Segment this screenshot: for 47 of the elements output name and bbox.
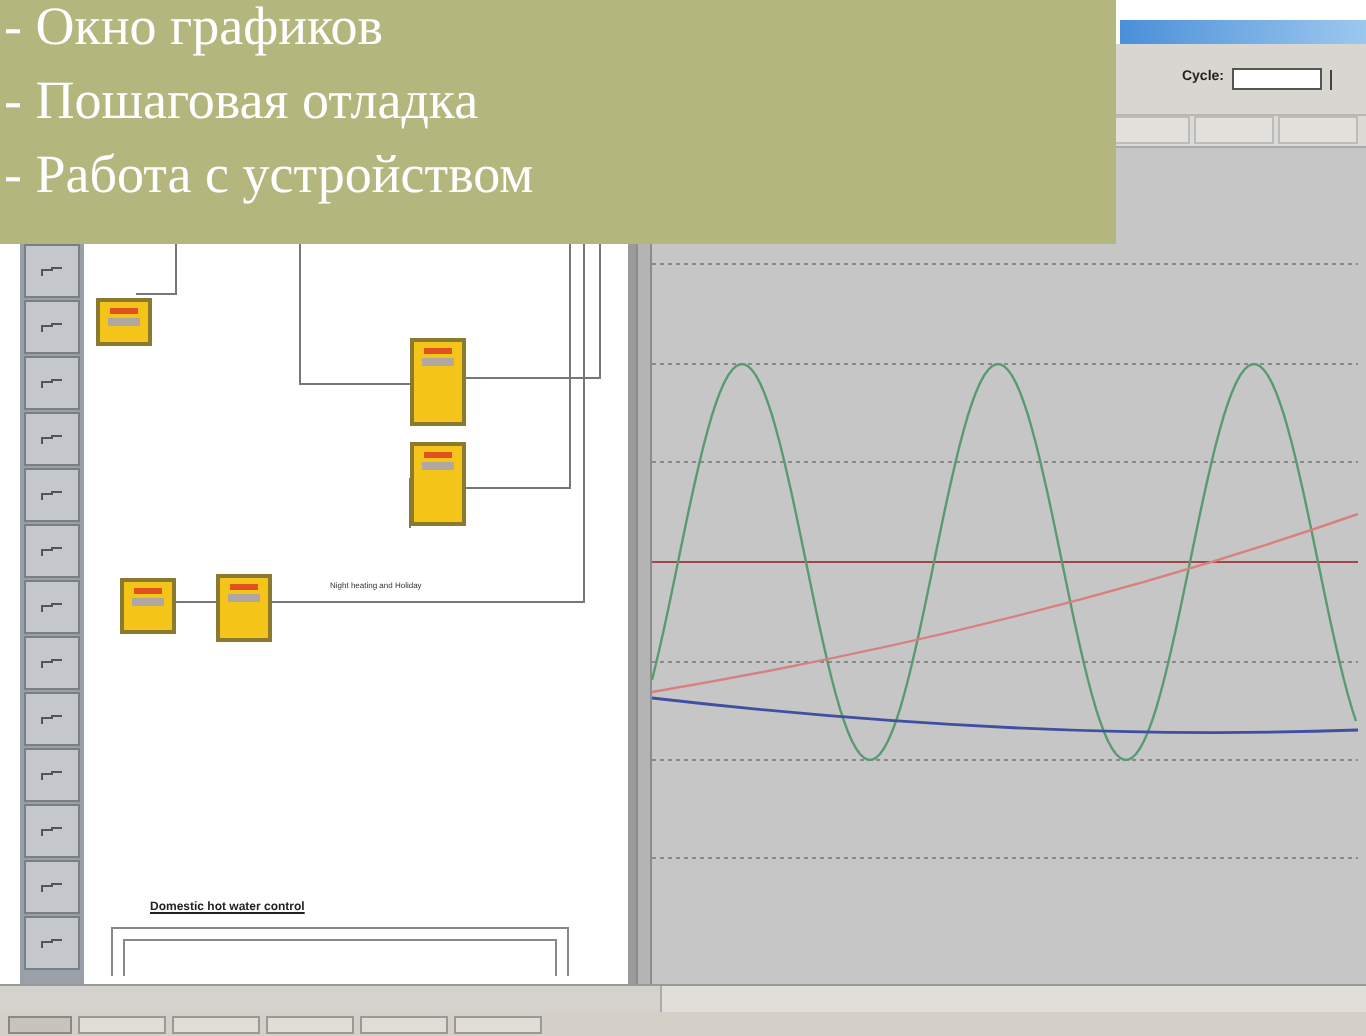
tool-button[interactable]	[24, 468, 80, 522]
step-icon	[40, 265, 64, 277]
step-icon	[40, 321, 64, 333]
wire	[175, 601, 217, 603]
function-block[interactable]	[96, 298, 152, 346]
taskbar-button[interactable]	[172, 1015, 260, 1033]
tool-button[interactable]	[24, 748, 80, 802]
step-icon	[40, 769, 64, 781]
tool-button[interactable]	[24, 524, 80, 578]
step-icon	[40, 881, 64, 893]
tool-button[interactable]	[24, 804, 80, 858]
toolbar-tab[interactable]	[1278, 116, 1358, 144]
start-button[interactable]	[8, 1015, 72, 1033]
splitter[interactable]	[636, 244, 652, 984]
taskbar-button[interactable]	[360, 1015, 448, 1033]
taskbar-button[interactable]	[454, 1015, 542, 1033]
step-icon	[40, 937, 64, 949]
step-icon	[40, 377, 64, 389]
function-block[interactable]	[120, 578, 176, 634]
step-icon	[40, 545, 64, 557]
toolbar-tab[interactable]	[1194, 116, 1274, 144]
caption-line: - Работа с устройством	[4, 142, 534, 208]
cycle-field[interactable]	[1232, 68, 1322, 90]
tool-button[interactable]	[24, 300, 80, 354]
step-icon	[40, 489, 64, 501]
step-icon	[40, 433, 64, 445]
tool-button[interactable]	[24, 860, 80, 914]
tool-button[interactable]	[24, 412, 80, 466]
tool-button[interactable]	[24, 692, 80, 746]
caption-line: - Окно графиков	[4, 0, 384, 60]
caption-line: - Пошаговая отладка	[4, 68, 479, 134]
step-icon	[40, 657, 64, 669]
taskbar-button[interactable]	[78, 1015, 166, 1033]
tool-button[interactable]	[24, 244, 80, 298]
function-block[interactable]	[410, 442, 466, 526]
function-block[interactable]	[410, 338, 466, 426]
step-icon	[40, 825, 64, 837]
function-block[interactable]	[216, 574, 272, 642]
spin-icon[interactable]	[1330, 69, 1338, 89]
tool-button[interactable]	[24, 356, 80, 410]
step-icon	[40, 713, 64, 725]
tool-button[interactable]	[24, 916, 80, 970]
tool-button[interactable]	[24, 636, 80, 690]
taskbar-button[interactable]	[266, 1015, 354, 1033]
step-icon	[40, 601, 64, 613]
toolbar-tab[interactable]	[1110, 116, 1190, 144]
tool-button[interactable]	[24, 580, 80, 634]
